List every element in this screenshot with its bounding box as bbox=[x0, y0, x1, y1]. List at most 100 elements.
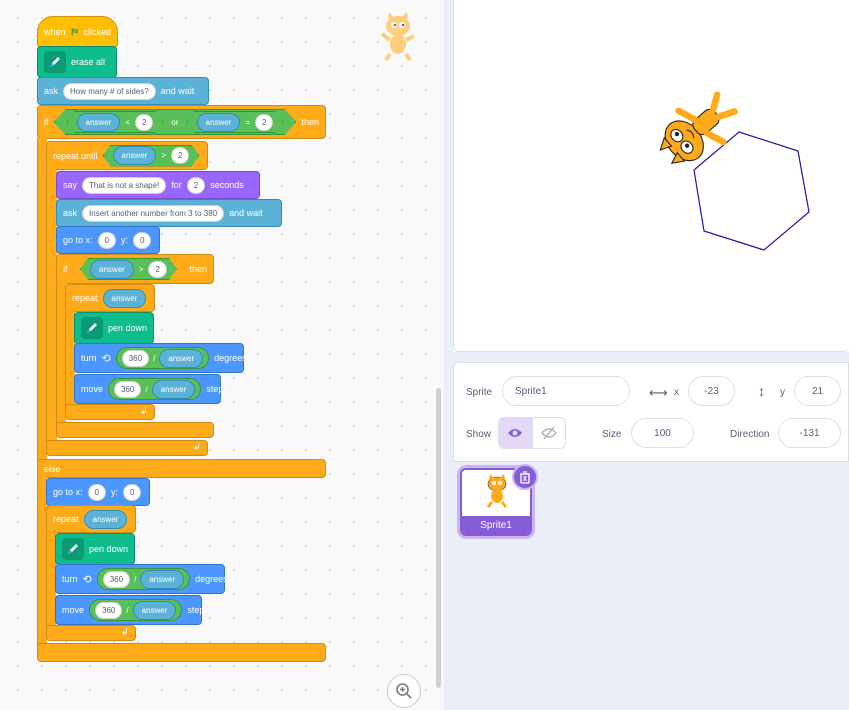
answer-reporter[interactable]: answer bbox=[140, 569, 185, 589]
show-button[interactable] bbox=[499, 418, 532, 448]
x-input[interactable]: 0 bbox=[87, 483, 106, 501]
repeat-label: repeat bbox=[53, 514, 79, 524]
code-area[interactable]: when clicked erase all ask How many # of… bbox=[0, 0, 444, 710]
less-than-value[interactable]: 2 bbox=[135, 114, 153, 131]
if-block-outer[interactable]: if answer < 2 or answer = 2 then bbox=[37, 105, 326, 139]
or-operator[interactable]: answer < 2 or answer = 2 bbox=[54, 109, 297, 135]
equals-symbol: = bbox=[245, 117, 251, 127]
sprite-name-input[interactable]: Sprite1 bbox=[502, 376, 630, 406]
turn-left-block[interactable]: turn ⟲ 360 / answer degrees bbox=[74, 343, 247, 373]
y-label: y bbox=[780, 387, 785, 398]
greater-than-operator[interactable]: answer > 2 bbox=[80, 258, 177, 280]
sprite-tile-name: Sprite1 bbox=[462, 516, 530, 534]
divide-operator[interactable]: 360 / answer bbox=[115, 347, 210, 369]
divide-operator[interactable]: 360 / answer bbox=[108, 378, 202, 400]
repeat-until-label: repeat until bbox=[53, 150, 98, 161]
dividend-input[interactable]: 360 bbox=[114, 380, 142, 398]
stage-canvas bbox=[659, 91, 810, 251]
go-to-x-label: go to x: bbox=[63, 235, 93, 245]
greater-than-operator[interactable]: answer > 2 bbox=[103, 145, 200, 167]
ask-text-input[interactable]: Insert another number from 3 to 380 bbox=[82, 204, 225, 222]
stage[interactable] bbox=[453, 0, 849, 352]
degrees-label: degrees bbox=[195, 574, 228, 584]
ask-block[interactable]: ask Insert another number from 3 to 380 … bbox=[56, 199, 282, 227]
divide-operator[interactable]: 360 / answer bbox=[89, 599, 183, 621]
say-text-input[interactable]: That is not a shape! bbox=[82, 176, 167, 194]
repeat-block[interactable]: repeat answer bbox=[46, 505, 136, 533]
divide-symbol: / bbox=[126, 605, 129, 615]
equals-operator[interactable]: answer = 2 bbox=[187, 111, 284, 133]
greater-than-value[interactable]: 2 bbox=[148, 261, 166, 278]
answer-reporter[interactable]: answer bbox=[197, 113, 241, 132]
pen-down-block[interactable]: pen down bbox=[55, 533, 135, 565]
trash-icon bbox=[520, 470, 530, 484]
sprite-info-panel: Sprite Sprite1 ⟷ x -23 ↕ y 21 Show Size … bbox=[453, 362, 849, 462]
eye-icon bbox=[508, 429, 523, 437]
y-input[interactable]: 0 bbox=[123, 483, 142, 501]
equals-value[interactable]: 2 bbox=[255, 114, 273, 131]
ask-text-input[interactable]: How many # of sides? bbox=[63, 82, 156, 100]
dividend-input[interactable]: 360 bbox=[95, 601, 123, 619]
pen-down-label: pen down bbox=[88, 544, 128, 554]
divide-operator[interactable]: 360 / answer bbox=[96, 568, 191, 590]
repeat-end: ↲ bbox=[65, 404, 155, 420]
say-for-secs-block[interactable]: say That is not a shape! for 2 seconds bbox=[56, 171, 260, 199]
repeat-label: repeat bbox=[72, 293, 98, 303]
dividend-input[interactable]: 360 bbox=[121, 349, 150, 367]
erase-all-label: erase all bbox=[71, 57, 106, 67]
say-label: say bbox=[63, 180, 78, 190]
move-label: move bbox=[81, 384, 104, 394]
answer-reporter[interactable]: answer bbox=[90, 260, 134, 279]
ask-block[interactable]: ask How many # of sides? and wait bbox=[37, 77, 209, 105]
loop-arrow-icon: ↲ bbox=[192, 442, 201, 453]
seconds-input[interactable]: 2 bbox=[186, 176, 206, 194]
answer-reporter[interactable]: answer bbox=[132, 600, 177, 620]
when-flag-clicked-block[interactable]: when clicked bbox=[37, 16, 118, 48]
go-to-xy-block[interactable]: go to x: 0 y: 0 bbox=[56, 226, 160, 254]
answer-reporter[interactable]: answer bbox=[77, 113, 121, 132]
answer-reporter[interactable]: answer bbox=[83, 509, 128, 529]
x-input[interactable]: 0 bbox=[97, 231, 116, 249]
erase-all-block[interactable]: erase all bbox=[37, 46, 117, 78]
turn-left-block[interactable]: turn ⟲ 360 / answer degrees bbox=[55, 564, 228, 594]
move-steps-block[interactable]: move 360 / answer steps bbox=[55, 595, 209, 625]
repeat-block[interactable]: repeat answer bbox=[65, 284, 155, 312]
loop-arrow-icon: ↲ bbox=[120, 627, 129, 638]
delete-sprite-button[interactable] bbox=[512, 464, 538, 490]
divide-symbol: / bbox=[134, 574, 137, 584]
dividend-input[interactable]: 360 bbox=[102, 570, 131, 588]
answer-reporter[interactable]: answer bbox=[159, 348, 204, 368]
less-than-operator[interactable]: answer < 2 bbox=[67, 111, 164, 133]
zoom-in-button[interactable] bbox=[387, 674, 421, 708]
if-label: if bbox=[44, 117, 49, 127]
answer-reporter[interactable]: answer bbox=[102, 288, 147, 308]
ask-label: ask bbox=[63, 208, 78, 218]
size-input[interactable]: 100 bbox=[631, 418, 694, 448]
degrees-label: degrees bbox=[214, 353, 247, 363]
clicked-label: clicked bbox=[83, 27, 111, 37]
pen-down-block[interactable]: pen down bbox=[74, 312, 154, 344]
answer-reporter[interactable]: answer bbox=[151, 379, 196, 399]
rotate-left-icon: ⟲ bbox=[82, 573, 92, 586]
visibility-toggle bbox=[498, 417, 566, 449]
and-wait-label: and wait bbox=[229, 208, 263, 218]
move-steps-block[interactable]: move 360 / answer steps bbox=[74, 374, 228, 404]
y-input[interactable]: 0 bbox=[133, 231, 152, 249]
hide-button[interactable] bbox=[531, 418, 565, 448]
turn-label: turn bbox=[81, 353, 97, 363]
y-position-input[interactable]: 21 bbox=[794, 376, 841, 406]
direction-input[interactable]: -131 bbox=[778, 418, 841, 448]
else-label: else bbox=[44, 463, 61, 474]
ask-label: ask bbox=[44, 86, 59, 96]
answer-reporter[interactable]: answer bbox=[113, 146, 157, 165]
go-to-xy-block[interactable]: go to x: 0 y: 0 bbox=[46, 478, 150, 506]
move-label: move bbox=[62, 605, 85, 615]
vertical-scrollbar[interactable] bbox=[436, 388, 441, 688]
cat-sprite-icon bbox=[380, 12, 415, 62]
divide-symbol: / bbox=[145, 384, 148, 394]
x-position-input[interactable]: -23 bbox=[688, 376, 735, 406]
repeat-until-block[interactable]: repeat until answer > 2 bbox=[46, 141, 208, 170]
if-block-inner[interactable]: if answer > 2 then bbox=[56, 254, 214, 284]
pen-trail-hexagon bbox=[693, 131, 810, 251]
greater-than-value[interactable]: 2 bbox=[171, 147, 189, 164]
